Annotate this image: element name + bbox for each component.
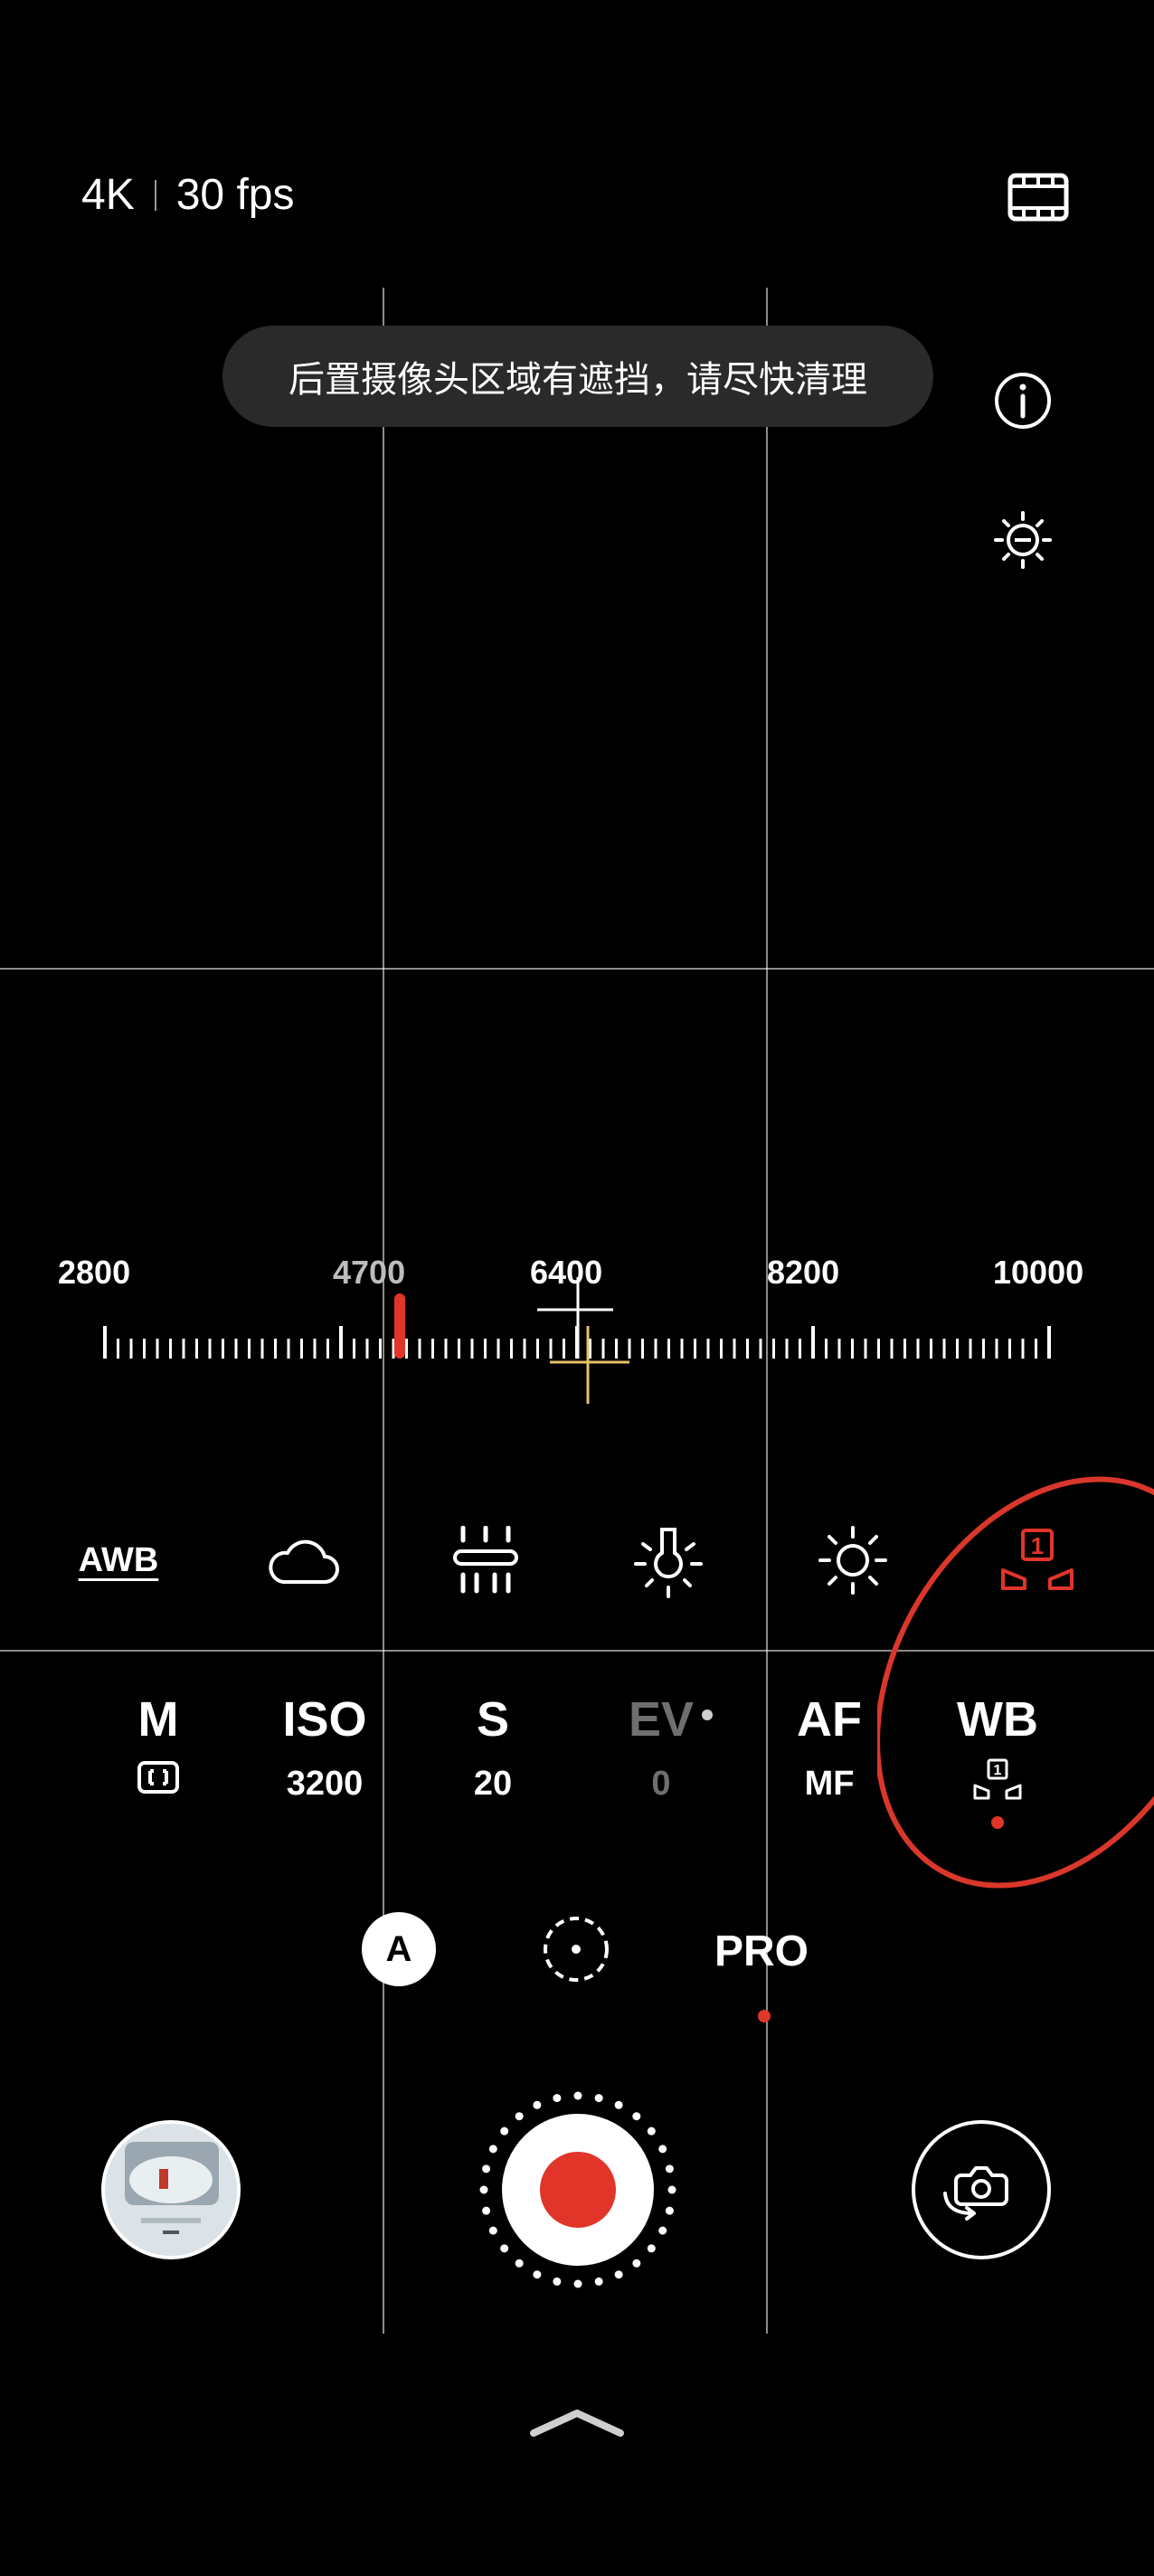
record-ring-dot [632,2112,641,2121]
focus-reticle [550,1326,629,1404]
wb-preset-cloudy[interactable] [253,1520,353,1601]
record-ring-dot [479,2185,488,2194]
wb-preset-awb[interactable]: AWB [69,1520,168,1601]
param-value: 0 [651,1765,671,1803]
pro-mode-active-dot [758,2010,771,2022]
info-icon[interactable] [993,371,1053,431]
gallery-thumbnail[interactable] [101,2120,241,2259]
record-ring-dot [488,2226,497,2235]
record-ring-dot [658,2226,667,2235]
record-ring-dot [665,2164,674,2174]
scale-label-8200: 8200 [767,1254,840,1291]
record-ring-dot [553,2094,562,2103]
param-ev[interactable]: EV 0 [593,1691,729,1804]
auto-mode-button[interactable]: A [362,1912,436,1986]
record-ring-dot [614,2100,623,2109]
frame-rate-label: 30 fps [175,171,295,219]
param-name: ISO [282,1692,367,1747]
grid-line-vertical-2 [766,288,768,2334]
switch-camera-icon [943,2166,1008,2221]
grid-line-vertical-1 [383,288,384,2334]
scale-label-4700: 4700 [333,1254,406,1291]
param-metering-mode[interactable]: M [90,1691,226,1795]
lens-obstruction-toast: 后置摄像头区域有遮挡，请尽快清理 [222,326,933,427]
cloudy-icon [269,1539,339,1584]
param-shutter[interactable]: S 20 [425,1691,561,1804]
record-ring-dot [594,2277,603,2286]
awb-icon: AWB [78,1540,159,1579]
record-ring-dot [533,2270,542,2279]
param-value: 20 [473,1765,513,1803]
metering-icon [137,1761,179,1794]
record-button[interactable] [478,2089,678,2290]
record-ring-dot [667,2185,676,2194]
param-name: S [476,1692,510,1747]
switch-camera-button[interactable] [912,2120,1051,2259]
incandescent-icon [634,1528,703,1598]
record-ring-dot [500,2244,509,2253]
record-ring-dot [647,2126,656,2136]
record-ring-dot [482,2164,491,2174]
record-ring-dot [614,2270,623,2279]
record-ring-dot [573,2091,582,2100]
divider [154,179,156,211]
record-ring-dot [665,2206,674,2215]
resolution-label: 4K [81,171,135,219]
record-ring-dot [573,2279,582,2288]
video-format-icon[interactable] [1007,172,1069,223]
record-ring-dot [488,2145,497,2154]
expand-panel-chevron-icon[interactable] [528,2406,626,2439]
ev-indicator-dot [702,1709,713,1720]
param-name: M [137,1692,179,1747]
record-ring-dot [658,2145,667,2154]
scale-label-2800: 2800 [58,1254,131,1291]
record-ring-dot [553,2277,562,2286]
record-ring-dot [515,2112,524,2121]
record-ring-dot [647,2244,656,2253]
record-ring-dot [500,2126,509,2136]
slider-thumb[interactable] [394,1293,406,1359]
highlight-annotation [877,1476,1154,1889]
param-value: 3200 [286,1765,364,1803]
focus-mode-icon[interactable] [541,1914,611,1984]
wb-preset-fluorescent[interactable] [436,1520,535,1601]
grid-line-horizontal-1 [0,968,1154,970]
record-ring-dot [515,2259,524,2268]
record-ring-dot [632,2259,641,2268]
toast-message: 后置摄像头区域有遮挡，请尽快清理 [288,360,867,400]
record-ring-dot [482,2206,491,2215]
param-iso[interactable]: ISO 3200 [257,1691,393,1804]
record-ring-dot [533,2100,542,2109]
video-resolution-selector[interactable]: 4K 30 fps [81,170,294,220]
record-ring-dot [594,2094,603,2103]
exposure-meter-icon[interactable] [993,510,1053,570]
scale-label-10000: 10000 [993,1254,1084,1291]
wb-preset-incandescent[interactable] [619,1520,718,1601]
pro-mode-tab[interactable]: PRO [714,1927,809,1976]
fluorescent-icon [453,1526,518,1594]
